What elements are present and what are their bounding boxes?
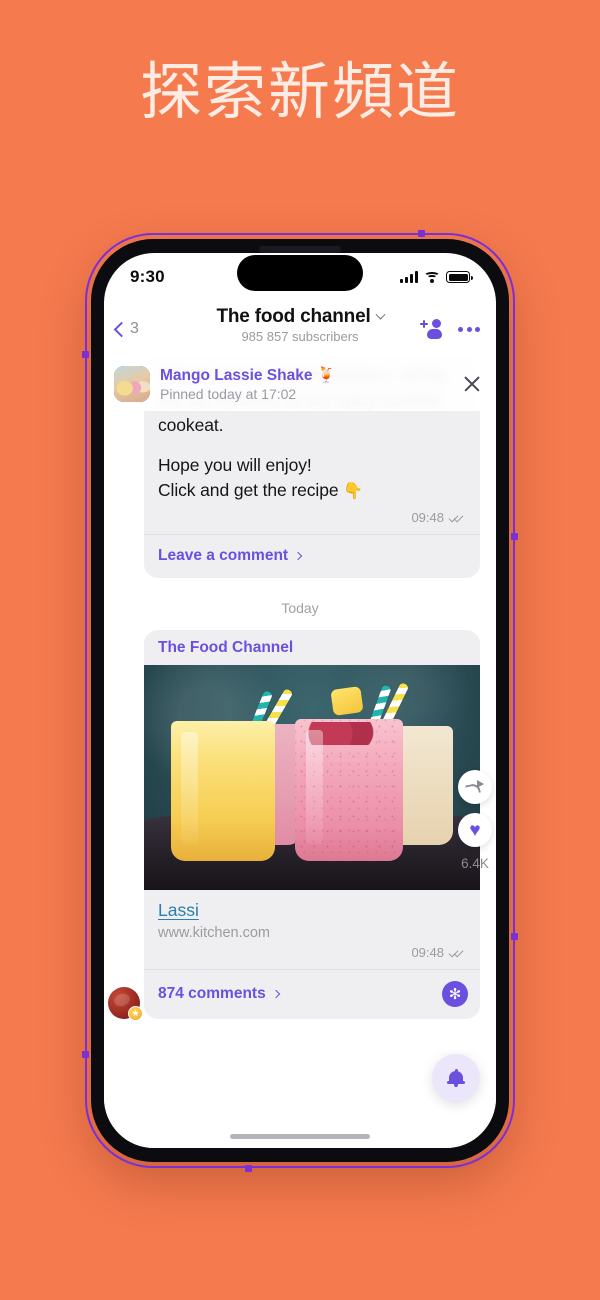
cellular-bars-icon: [400, 271, 418, 283]
comments-count-label: 874 comments: [158, 985, 266, 1002]
pinned-message-thumbnail[interactable]: [114, 366, 150, 402]
mute-notifications-button[interactable]: [432, 1054, 480, 1102]
post-time: 09:48: [411, 945, 444, 960]
link-url: www.kitchen.com: [158, 925, 271, 941]
avatar[interactable]: ★: [108, 987, 143, 1021]
more-options-icon[interactable]: [458, 326, 480, 332]
header-actions: [420, 319, 480, 339]
chat-title-button[interactable]: The food channel: [216, 306, 385, 328]
bell-icon: [447, 1068, 465, 1087]
heart-reaction-count: 6.4K: [461, 856, 489, 871]
frame-marker-dot: [418, 230, 425, 237]
status-time: 9:30: [130, 267, 165, 286]
link-preview[interactable]: Lassi www.kitchen.com: [144, 890, 480, 943]
share-button[interactable]: [458, 770, 492, 804]
heart-reaction-button[interactable]: ♥: [458, 813, 492, 847]
frame-marker-dot: [245, 1165, 252, 1172]
chevron-down-icon: [375, 309, 385, 320]
glass-mango-lassi: [170, 721, 276, 861]
heart-icon: ♥: [469, 819, 481, 841]
close-icon[interactable]: [462, 374, 482, 394]
status-indicators: [400, 271, 473, 283]
post-photo[interactable]: [144, 665, 480, 890]
post-side-actions: ♥ 6.4K: [458, 770, 492, 871]
leave-comment-label: Leave a comment: [158, 547, 289, 564]
star-reaction-button[interactable]: ✻: [442, 981, 468, 1007]
pineapple-garnish: [330, 685, 364, 716]
phone-speaker: [259, 246, 341, 253]
phone-screen: 9:30 3 The food channel 985 857 subscrib…: [104, 253, 496, 1148]
date-divider: Today: [281, 600, 319, 616]
pinned-message-bar[interactable]: Mango Lassie Shake 🍹 Pinned today at 17:…: [104, 357, 496, 411]
back-button[interactable]: 3: [113, 320, 139, 338]
message-time: 09:48: [411, 510, 444, 525]
wifi-icon: [424, 271, 440, 283]
pinned-message-title: Mango Lassie Shake 🍹: [160, 367, 337, 384]
frame-marker-dot: [511, 533, 518, 540]
frame-marker-dot: [82, 1051, 89, 1058]
link-title[interactable]: Lassi: [158, 900, 199, 921]
pinned-message-text: Mango Lassie Shake 🍹 Pinned today at 17:…: [160, 366, 336, 402]
channel-post[interactable]: ★ The Food Channel Lassi www.kitchen.com…: [104, 630, 496, 1021]
chevron-right-icon: [271, 989, 280, 999]
leave-comment-button[interactable]: Leave a comment: [144, 534, 480, 578]
message-line-4: Hope you will enjoy!: [158, 455, 312, 475]
back-unread-count: 3: [130, 320, 139, 337]
home-indicator: [230, 1134, 370, 1139]
double-check-icon: [448, 947, 466, 958]
chat-title: The food channel: [216, 306, 371, 327]
message-line-5: Click and get the recipe: [158, 480, 339, 500]
glass-strawberry-lassi: [295, 719, 403, 861]
double-check-icon: [448, 512, 466, 523]
star-badge-icon: ★: [128, 1006, 143, 1021]
pointer-down-icon: 👇: [343, 483, 364, 500]
comments-button[interactable]: 874 comments ✻: [144, 969, 480, 1019]
post-meta: 09:48: [144, 943, 480, 969]
page-title: 探索新頻道: [139, 55, 460, 128]
phone-body: 9:30 3 The food channel 985 857 subscrib…: [91, 239, 509, 1162]
post-bubble[interactable]: The Food Channel Lassi www.kitchen.com 0…: [144, 630, 480, 1019]
chevron-left-icon: [113, 321, 130, 337]
dynamic-island: [237, 255, 363, 291]
message-list[interactable]: 5.8K These creamy, sweet libations, will…: [104, 357, 496, 1148]
message-meta: 09:48: [144, 508, 480, 534]
frame-marker-dot: [511, 933, 518, 940]
post-sender-name: The Food Channel: [158, 639, 294, 656]
frame-marker-dot: [82, 351, 89, 358]
battery-full-icon: [446, 271, 473, 283]
chat-header: 3 The food channel 985 857 subscribers: [104, 301, 496, 357]
pinned-message-subtitle: Pinned today at 17:02: [160, 386, 297, 402]
share-arrow-icon: [466, 780, 484, 794]
phone-mockup: 9:30 3 The food channel 985 857 subscrib…: [82, 230, 518, 1172]
status-bar: 9:30: [104, 253, 496, 301]
add-user-icon[interactable]: [420, 319, 442, 339]
chevron-right-icon: [293, 551, 303, 561]
